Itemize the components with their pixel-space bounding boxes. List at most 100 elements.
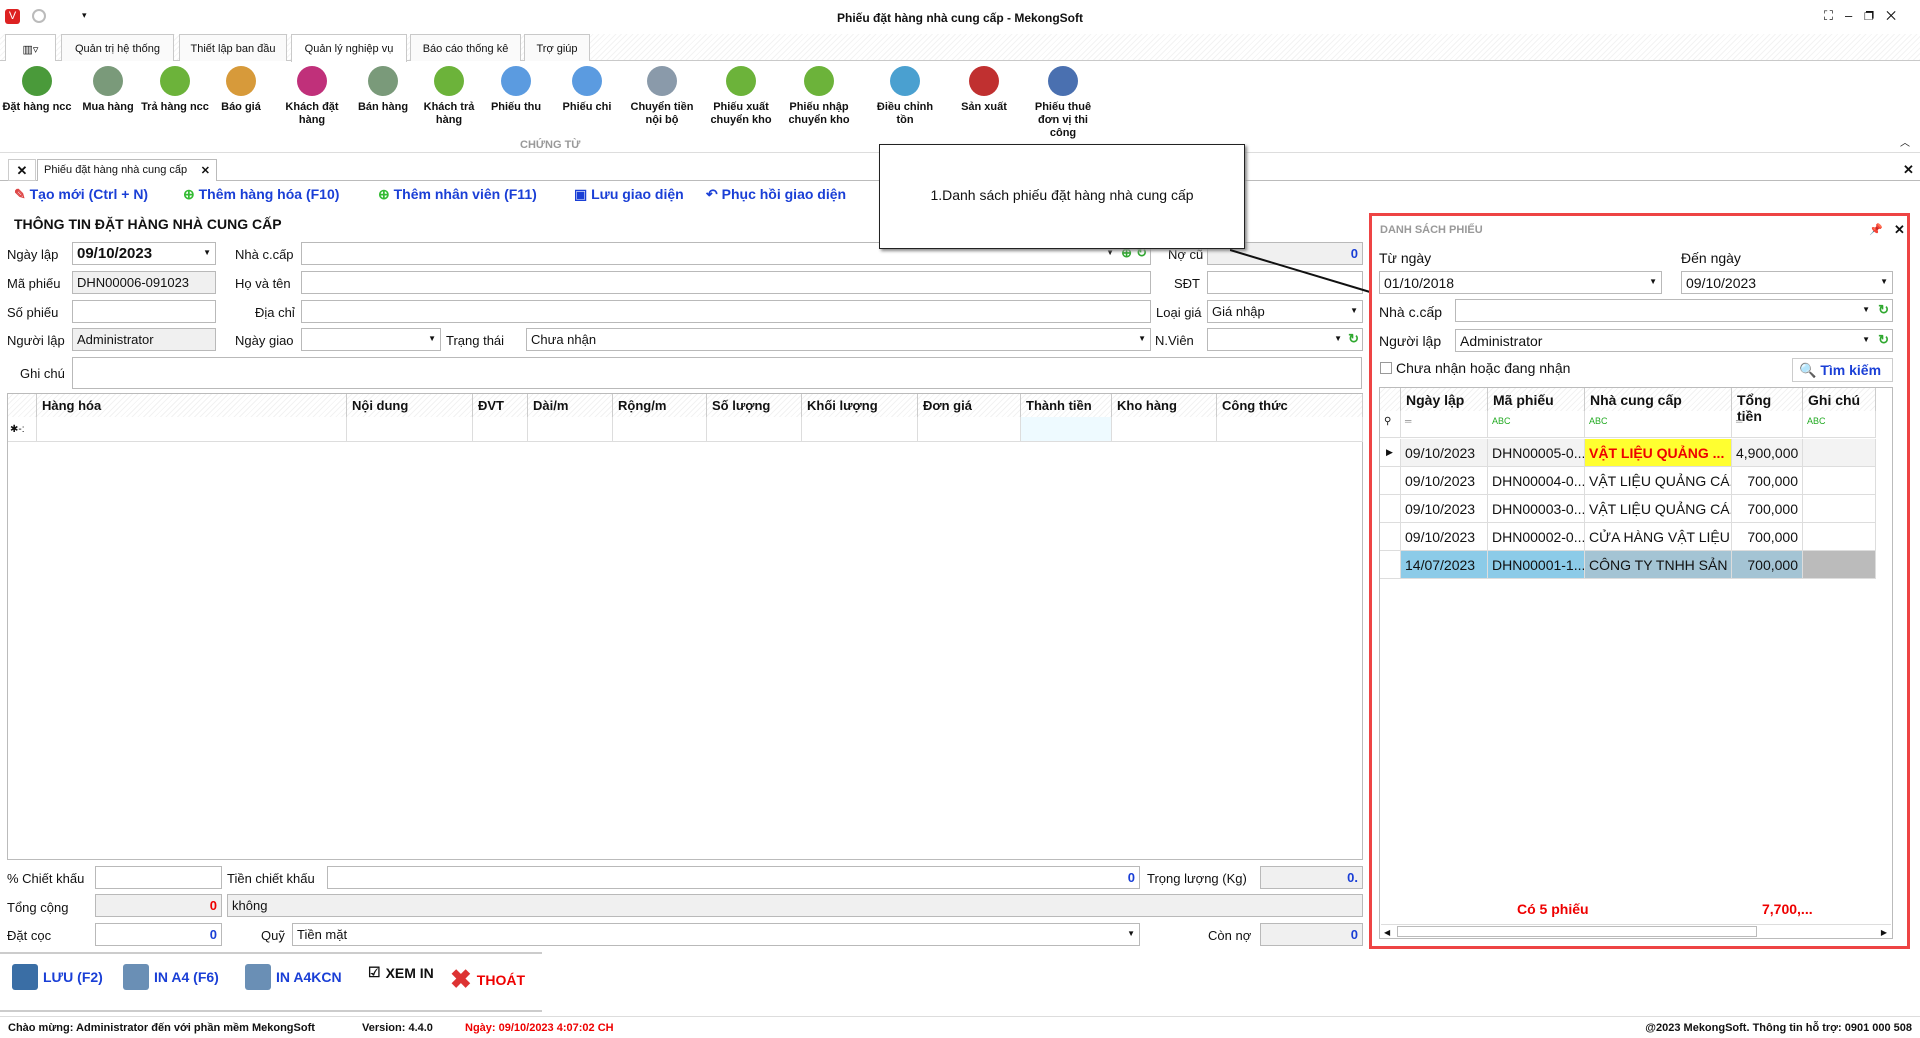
ribbon-button[interactable]: Khách trả hàng (412, 66, 486, 127)
column-header[interactable]: Công thức (1217, 394, 1363, 417)
dropdown-icon[interactable]: ▼ (1350, 306, 1358, 315)
restore-layout-button[interactable]: ↶ Phục hồi giao diện (706, 186, 846, 203)
tien-ck-input[interactable]: 0 (327, 866, 1140, 889)
receipt-cell[interactable]: DHN00001-1... (1488, 551, 1585, 579)
ribbon-button[interactable]: Phiếu chi (550, 66, 624, 114)
ribbon-button[interactable]: Đặt hàng ncc (0, 66, 74, 114)
new-row-cell[interactable] (473, 417, 528, 442)
close-tab-icon[interactable]: ✕ (201, 164, 210, 177)
filter-equals-icon[interactable]: ═ (1732, 411, 1803, 438)
ngay-giao-input[interactable]: ▼ (301, 328, 441, 351)
receipt-cell[interactable]: DHN00003-0... (1488, 495, 1585, 523)
chiet-khau-input[interactable] (95, 866, 222, 889)
new-row-cell[interactable] (1021, 417, 1112, 442)
dropdown-icon[interactable]: ▼ (1880, 277, 1888, 286)
new-button[interactable]: ✎ Tạo mới (Ctrl + N) (14, 186, 148, 203)
refresh-icon[interactable]: ↻ (1878, 332, 1889, 348)
dropdown-icon[interactable]: ▼ (1334, 334, 1342, 343)
column-header[interactable]: Tổng tiền (1732, 388, 1803, 424)
column-header[interactable]: ĐVT (473, 394, 528, 417)
receipt-cell[interactable]: 09/10/2023 (1401, 495, 1488, 523)
ribbon-button[interactable]: Điều chỉnh tồn (868, 66, 942, 127)
dia-chi-input[interactable] (301, 300, 1151, 323)
new-row-cell[interactable] (802, 417, 918, 442)
quy-select[interactable]: Tiền mặt ▼ (292, 923, 1140, 946)
ngay-lap-input[interactable]: 09/10/2023 ▼ (72, 242, 216, 265)
ribbon-button[interactable]: Sản xuất (947, 66, 1021, 114)
new-row-cell[interactable] (347, 417, 473, 442)
menu-tab[interactable]: Quản trị hệ thống (61, 34, 174, 61)
save-layout-button[interactable]: ▣ Lưu giao diện (574, 186, 684, 203)
ho-ten-input[interactable] (301, 271, 1151, 294)
search-button[interactable]: 🔍 Tìm kiếm (1792, 358, 1893, 382)
so-phieu-input[interactable] (72, 300, 216, 323)
receipt-cell[interactable] (1803, 551, 1876, 579)
checkbox-label[interactable]: Chưa nhận hoặc đang nhận (1396, 360, 1570, 376)
loai-gia-select[interactable]: Giá nhập ▼ (1207, 300, 1363, 323)
filter-equals-icon[interactable]: ═ (1401, 411, 1488, 438)
panel-nguoi-lap-select[interactable]: Administrator ▼ ↻ (1455, 329, 1893, 352)
receipt-cell[interactable] (1803, 467, 1876, 495)
ghi-chu-input[interactable] (72, 357, 1362, 389)
new-row-cell[interactable] (37, 417, 347, 442)
doc-tab-active[interactable]: Phiếu đặt hàng nhà cung cấp ✕ (37, 159, 217, 181)
window-controls[interactable]: ⛶–❐✕ (1824, 8, 1908, 24)
new-row-cell[interactable] (918, 417, 1021, 442)
dropdown-icon[interactable]: ▼ (1106, 248, 1114, 257)
column-header[interactable]: Rộng/m (613, 394, 707, 417)
column-header[interactable]: Ghi chú (1803, 388, 1876, 411)
filter-contains-icon[interactable]: ABC (1803, 411, 1876, 438)
dropdown-icon[interactable]: ▼ (203, 248, 211, 257)
receipt-cell[interactable]: CÔNG TY TNHH SẢN ... (1585, 551, 1732, 579)
ribbon-button[interactable]: Chuyển tiền nội bộ (625, 66, 699, 127)
filter-contains-icon[interactable]: ABC (1585, 411, 1732, 438)
receipt-cell[interactable]: DHN00005-0... (1488, 439, 1585, 467)
add-staff-button[interactable]: ⊕ Thêm nhân viên (F11) (378, 186, 537, 203)
column-header[interactable]: Mã phiếu (1488, 388, 1585, 411)
receipt-cell[interactable] (1803, 439, 1876, 467)
new-row-cell[interactable] (613, 417, 707, 442)
ribbon-button[interactable]: Phiếu thuê đơn vị thi công (1026, 66, 1100, 140)
row-indicator[interactable]: ▶ (1380, 439, 1401, 467)
ribbon-button[interactable]: Trả hàng ncc (138, 66, 212, 114)
close-all-icon[interactable]: ✕ (8, 159, 36, 181)
column-header[interactable]: Đơn giá (918, 394, 1021, 417)
new-row-cell[interactable] (1217, 417, 1363, 442)
row-indicator[interactable] (1380, 495, 1401, 523)
column-header[interactable]: Nội dung (347, 394, 473, 417)
receipt-cell[interactable] (1803, 523, 1876, 551)
dropdown-icon[interactable]: ▼ (1127, 929, 1135, 938)
column-header[interactable]: Số lượng (707, 394, 802, 417)
receipt-cell[interactable]: 700,000 (1732, 551, 1803, 579)
close-panel-icon[interactable]: ✕ (1903, 162, 1914, 178)
preview-checkbox[interactable]: ☑ XEM IN (368, 964, 434, 981)
ribbon-button[interactable]: Khách đặt hàng (275, 66, 349, 127)
print-a4kcn-button[interactable]: IN A4KCN (245, 964, 342, 990)
menu-tab[interactable]: Quản lý nghiệp vụ (291, 34, 407, 62)
dropdown-icon[interactable]: ▼ (1862, 335, 1870, 344)
new-row-cell[interactable] (707, 417, 802, 442)
ribbon-button[interactable]: Phiếu xuất chuyển kho (704, 66, 778, 127)
ribbon-button[interactable]: Phiếu nhập chuyển kho (782, 66, 856, 127)
receipt-cell[interactable]: 09/10/2023 (1401, 439, 1488, 467)
filter-contains-icon[interactable]: ABC (1488, 411, 1585, 438)
filter-icon[interactable]: ⚲ (1380, 411, 1401, 438)
column-header[interactable]: Thành tiền (1021, 394, 1112, 417)
save-button[interactable]: LƯU (F2) (12, 964, 103, 990)
row-indicator[interactable] (1380, 523, 1401, 551)
receipt-cell[interactable]: 09/10/2023 (1401, 467, 1488, 495)
receipt-cell[interactable]: VẬT LIỆU QUẢNG CÁ... (1585, 467, 1732, 495)
column-header[interactable]: Hàng hóa (37, 394, 347, 417)
tu-ngay-input[interactable]: 01/10/2018 ▼ (1379, 271, 1662, 294)
dropdown-icon[interactable]: ▼ (1138, 334, 1146, 343)
column-header[interactable]: Kho hàng (1112, 394, 1217, 417)
receipt-cell[interactable]: VẬT LIỆU QUẢNG CÁ... (1585, 495, 1732, 523)
collapse-ribbon-icon[interactable]: ︿ (1900, 134, 1910, 149)
receipt-cell[interactable]: 700,000 (1732, 467, 1803, 495)
ribbon-button[interactable]: Bán hàng (346, 66, 420, 114)
column-header[interactable]: Nhà cung cấp (1585, 388, 1732, 411)
exit-button[interactable]: ✖ THOÁT (450, 964, 525, 995)
close-icon[interactable]: ✕ (1894, 222, 1905, 238)
receipt-cell[interactable]: VẬT LIỆU QUẢNG ... (1585, 439, 1732, 467)
ribbon-button[interactable]: Phiếu thu (479, 66, 553, 114)
